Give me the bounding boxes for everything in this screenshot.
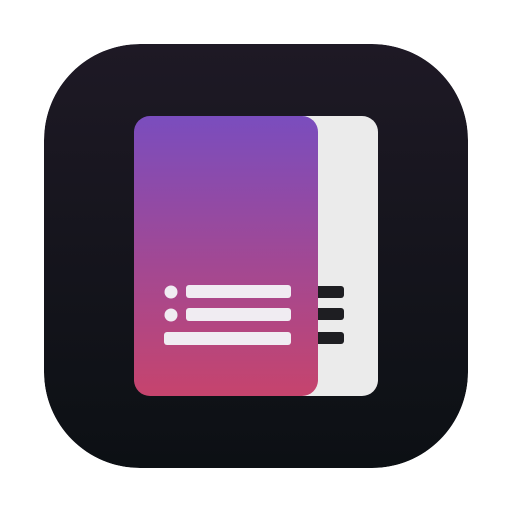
app-icon[interactable] — [44, 44, 468, 468]
list-bullet — [164, 308, 178, 322]
canvas — [0, 0, 512, 512]
list-line — [164, 332, 291, 345]
list-bullet — [164, 285, 178, 299]
document-stack-list-icon — [44, 44, 468, 468]
list-line — [186, 308, 291, 321]
list-line — [186, 285, 291, 298]
front-card — [134, 116, 318, 396]
